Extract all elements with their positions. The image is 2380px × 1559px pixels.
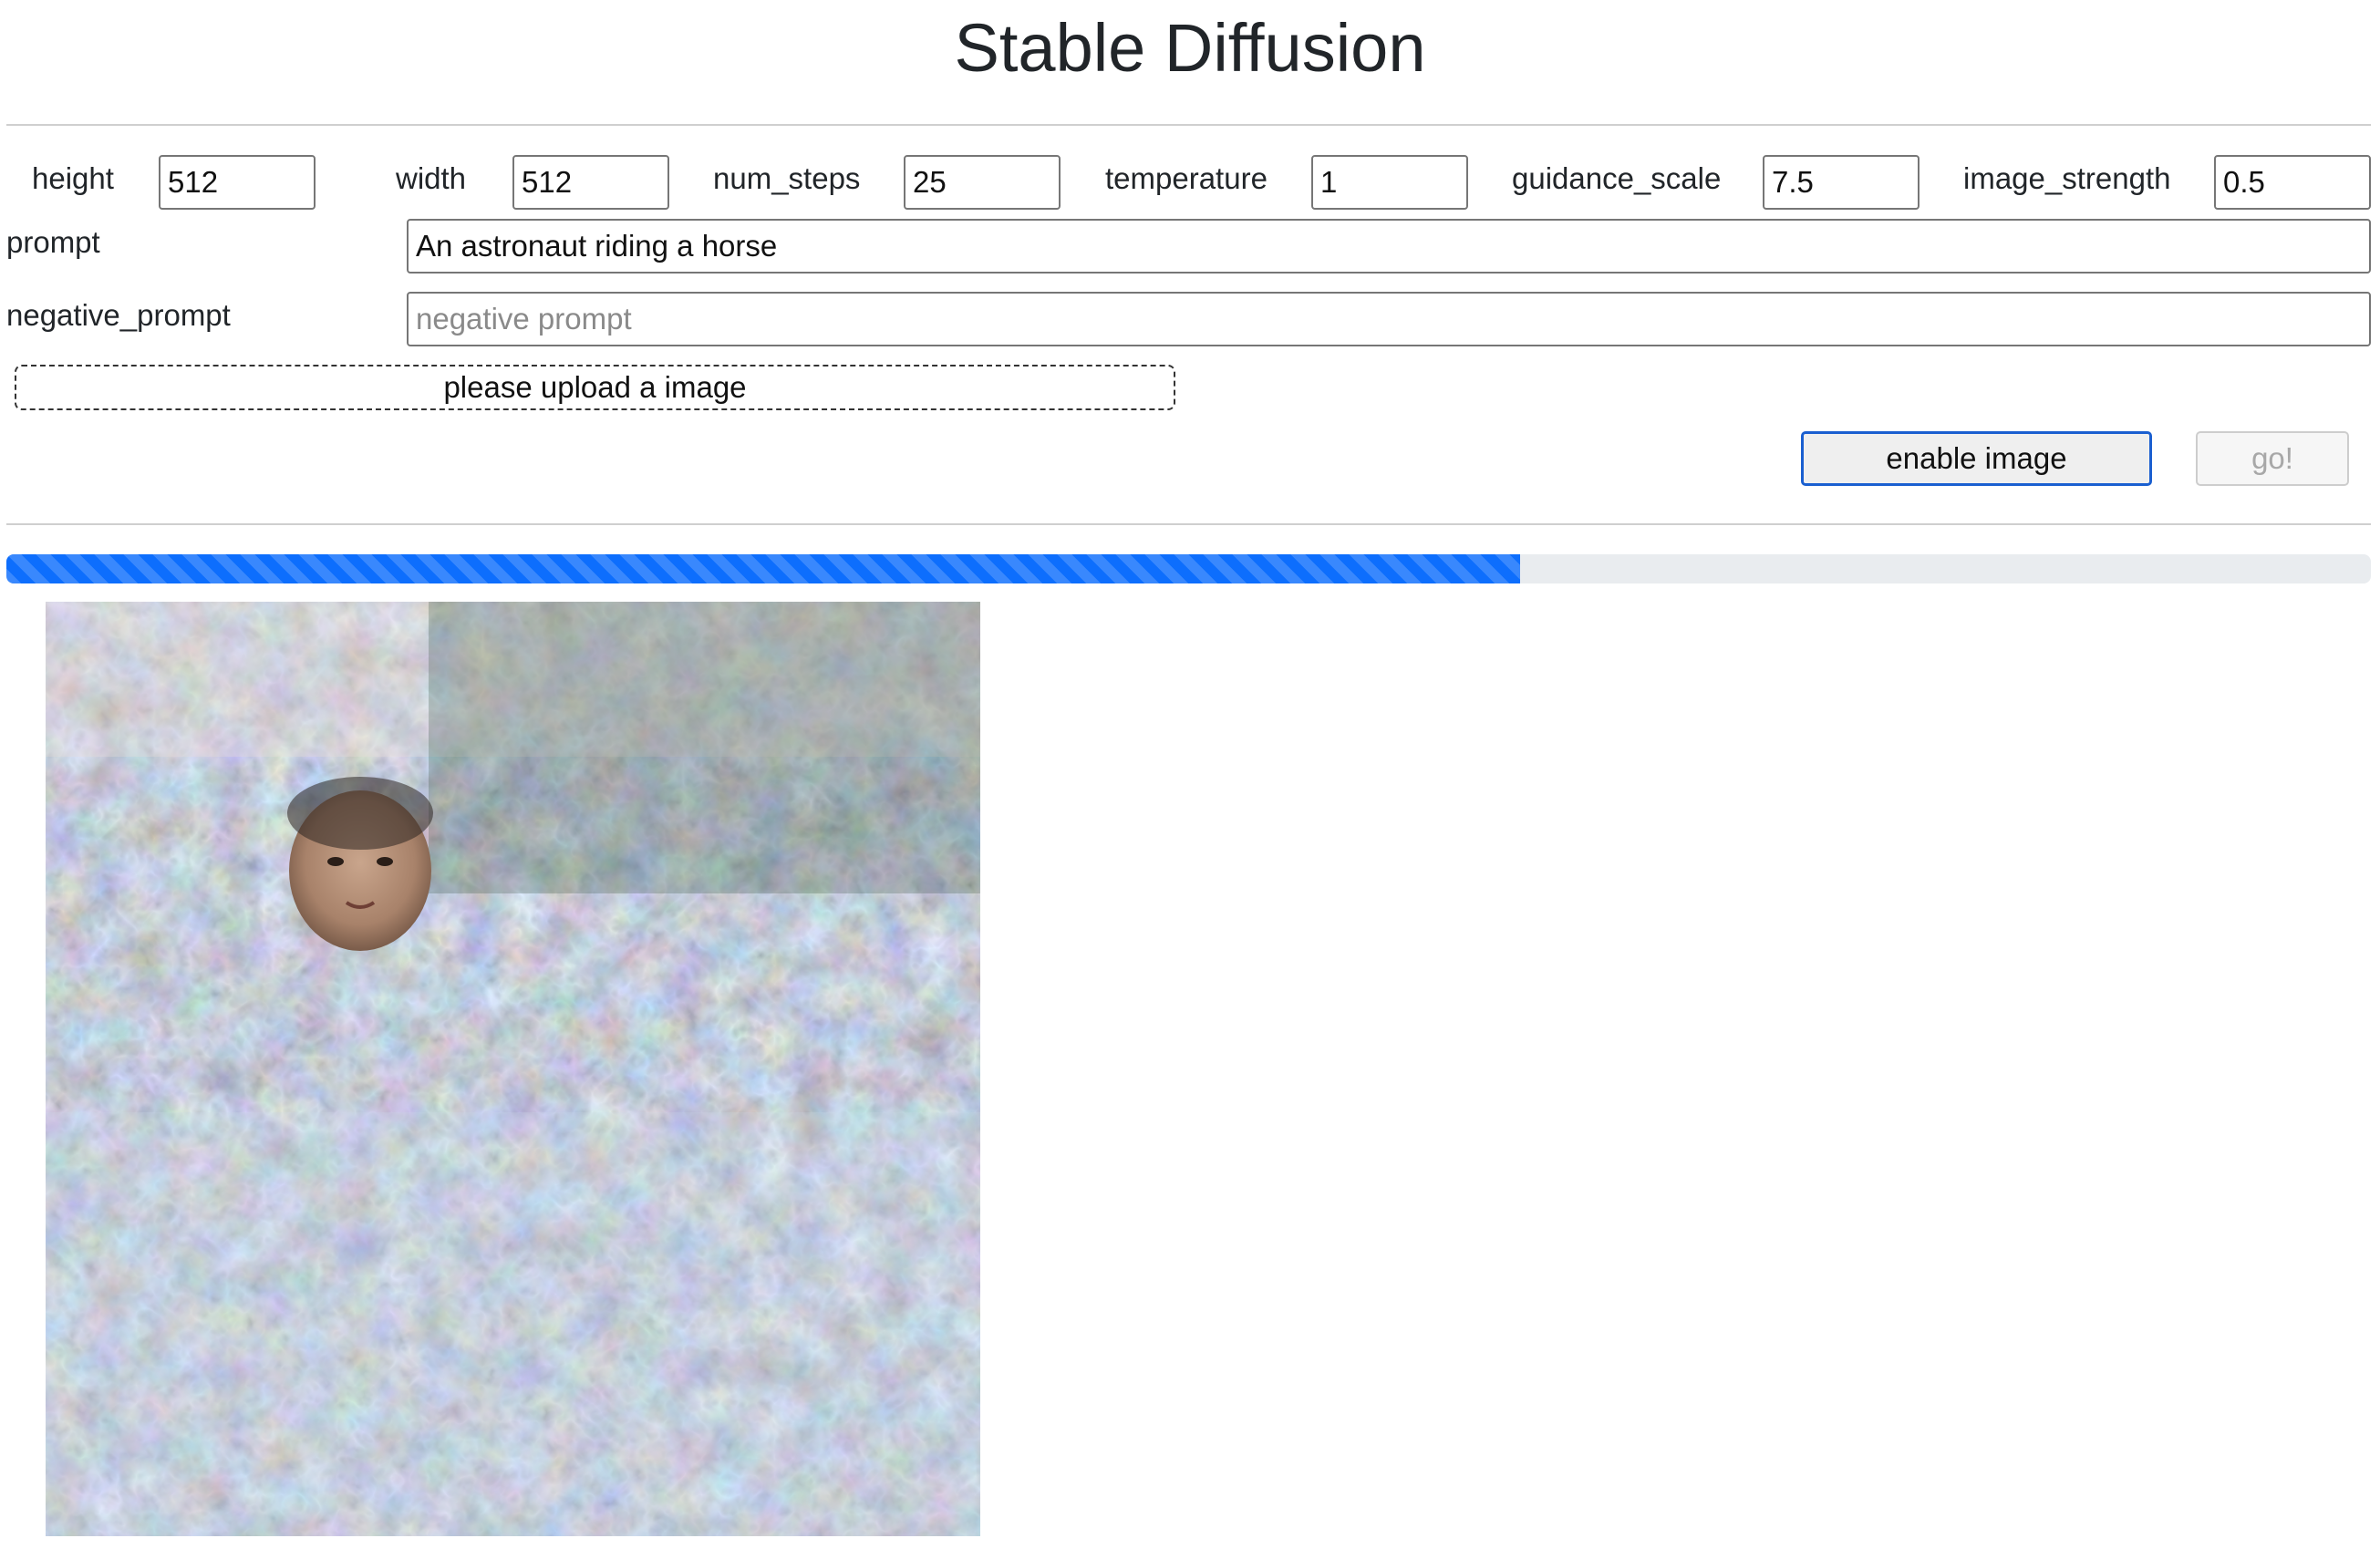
height-label: height (32, 161, 114, 195)
width-input[interactable] (512, 155, 669, 210)
negative-prompt-input[interactable] (407, 292, 2371, 346)
negative-prompt-label: negative_prompt (6, 298, 231, 332)
image-strength-label: image_strength (1963, 161, 2171, 195)
prompt-input[interactable] (407, 219, 2371, 274)
page-title: Stable Diffusion (954, 10, 1426, 86)
image-strength-input[interactable] (2214, 155, 2371, 210)
width-label: width (396, 161, 467, 195)
generated-image (46, 602, 980, 1536)
temperature-input[interactable] (1311, 155, 1468, 210)
num-steps-label: num_steps (713, 161, 861, 195)
progress-bar (6, 554, 2371, 583)
go-button[interactable]: go! (2196, 431, 2349, 486)
progress-bar-fill (6, 554, 1520, 583)
height-input[interactable] (159, 155, 316, 210)
image-upload-dropzone[interactable]: please upload a image (15, 365, 1175, 410)
guidance-scale-input[interactable] (1763, 155, 1920, 210)
enable-image-button[interactable]: enable image (1801, 431, 2152, 486)
prompt-label: prompt (6, 225, 100, 259)
num-steps-input[interactable] (904, 155, 1061, 210)
guidance-scale-label: guidance_scale (1512, 161, 1722, 195)
divider-bottom (6, 523, 2371, 525)
temperature-label: temperature (1105, 161, 1268, 195)
divider-top (6, 124, 2371, 126)
